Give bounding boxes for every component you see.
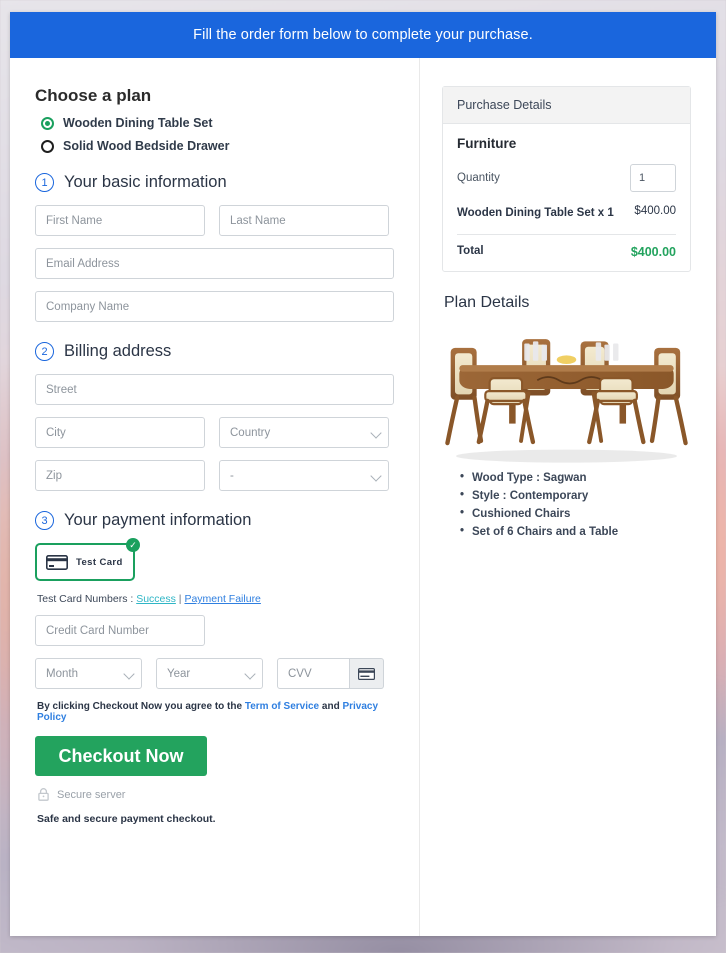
plan-option-label: Wooden Dining Table Set	[63, 116, 213, 130]
summary-divider	[457, 234, 676, 235]
cvv-card-icon	[350, 658, 384, 689]
last-name-input[interactable]	[219, 205, 389, 236]
step-number-badge: 1	[35, 173, 54, 192]
expiry-year-value: Year	[156, 658, 263, 689]
plan-option-solid-wood-bedside-drawer[interactable]: Solid Wood Bedside Drawer	[35, 139, 394, 153]
expiry-month-value: Month	[35, 658, 142, 689]
zip-input[interactable]	[35, 460, 205, 491]
secure-server-label: Secure server	[57, 789, 125, 801]
payment-method-test-card[interactable]: ✓ Test Card	[35, 543, 135, 581]
payment-method-label: Test Card	[76, 557, 123, 568]
line-item-name: Wooden Dining Table Set x 1	[457, 205, 614, 222]
banner-text: Fill the order form below to complete yo…	[193, 27, 533, 43]
test-card-numbers-line: Test Card Numbers : Success | Payment Fa…	[37, 593, 394, 605]
company-name-input[interactable]	[35, 291, 394, 322]
city-input[interactable]	[35, 417, 205, 448]
cvv-group	[277, 658, 384, 689]
terms-line: By clicking Checkout Now you agree to th…	[37, 701, 394, 723]
total-value: $400.00	[631, 245, 676, 259]
list-item: Wood Type : Sagwan	[460, 472, 691, 484]
purchase-category: Furniture	[457, 136, 676, 151]
zip-state-row: -	[35, 460, 394, 491]
list-item: Style : Contemporary	[460, 490, 691, 502]
choose-plan-heading: Choose a plan	[35, 86, 394, 106]
total-label: Total	[457, 245, 484, 259]
credit-card-icon	[46, 555, 68, 570]
lock-icon	[38, 788, 49, 801]
form-column: Choose a plan Wooden Dining Table Set So…	[10, 58, 420, 936]
banner: Fill the order form below to complete yo…	[10, 12, 716, 58]
expiry-cvv-row: Month Year	[35, 658, 394, 689]
step-number-badge: 3	[35, 511, 54, 530]
plan-option-wooden-dining-table-set[interactable]: Wooden Dining Table Set	[35, 116, 394, 130]
quantity-row: Quantity	[457, 164, 676, 192]
checkout-card: Fill the order form below to complete yo…	[10, 12, 716, 936]
plan-option-label: Solid Wood Bedside Drawer	[63, 139, 229, 153]
radio-icon-unselected[interactable]	[41, 140, 54, 153]
quantity-input[interactable]	[630, 164, 676, 192]
test-card-failure-link[interactable]: Payment Failure	[184, 593, 260, 605]
company-field-row	[35, 291, 394, 322]
state-select[interactable]: -	[219, 460, 389, 491]
safe-payment-note: Safe and secure payment checkout.	[37, 813, 394, 825]
secure-server-row: Secure server	[38, 788, 394, 801]
card-number-row	[35, 615, 394, 646]
step-title: Billing address	[64, 342, 171, 361]
terms-of-service-link[interactable]: Term of Service	[245, 701, 319, 712]
expiry-year-select[interactable]: Year	[156, 658, 263, 689]
plan-details-heading: Plan Details	[444, 294, 691, 312]
step-title: Your payment information	[64, 511, 251, 530]
state-select-value: -	[219, 460, 389, 491]
step-number-badge: 2	[35, 342, 54, 361]
name-field-row	[35, 205, 394, 236]
street-field-row	[35, 374, 394, 405]
summary-column: Purchase Details Furniture Quantity Wood…	[420, 58, 716, 936]
terms-prefix: By clicking Checkout Now you agree to th…	[37, 701, 245, 712]
city-country-row: Country	[35, 417, 394, 448]
line-item-price: $400.00	[634, 205, 676, 222]
purchase-details-body: Furniture Quantity Wooden Dining Table S…	[443, 124, 690, 271]
email-field-row	[35, 248, 394, 279]
credit-card-number-input[interactable]	[35, 615, 205, 646]
checkout-now-button[interactable]: Checkout Now	[35, 736, 207, 776]
test-card-success-link[interactable]: Success	[136, 593, 176, 605]
total-row: Total $400.00	[457, 245, 676, 259]
list-item: Set of 6 Chairs and a Table	[460, 526, 691, 538]
step-payment-information: 3 Your payment information	[35, 511, 394, 530]
line-item-row: Wooden Dining Table Set x 1 $400.00	[457, 205, 676, 222]
email-input[interactable]	[35, 248, 394, 279]
step-title: Your basic information	[64, 173, 227, 192]
first-name-input[interactable]	[35, 205, 205, 236]
purchase-details-panel: Purchase Details Furniture Quantity Wood…	[442, 86, 691, 272]
cvv-input[interactable]	[277, 658, 350, 689]
terms-mid: and	[319, 701, 342, 712]
quantity-label: Quantity	[457, 172, 500, 184]
test-card-numbers-prefix: Test Card Numbers :	[37, 593, 136, 605]
dining-table-set-image	[442, 324, 691, 465]
check-circle-icon: ✓	[126, 538, 140, 552]
list-item: Cushioned Chairs	[460, 508, 691, 520]
card-columns: Choose a plan Wooden Dining Table Set So…	[10, 58, 716, 936]
expiry-month-select[interactable]: Month	[35, 658, 142, 689]
purchase-details-title: Purchase Details	[443, 87, 690, 124]
country-select[interactable]: Country	[219, 417, 389, 448]
plan-features-list: Wood Type : Sagwan Style : Contemporary …	[460, 472, 691, 538]
country-select-value: Country	[219, 417, 389, 448]
step-billing-address: 2 Billing address	[35, 342, 394, 361]
radio-icon-selected[interactable]	[41, 117, 54, 130]
step-basic-information: 1 Your basic information	[35, 173, 394, 192]
street-input[interactable]	[35, 374, 394, 405]
